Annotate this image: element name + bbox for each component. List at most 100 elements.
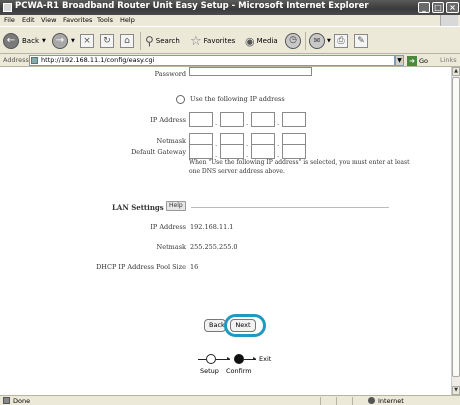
address-label: Address — [3, 56, 29, 64]
refresh-button[interactable]: ↻ — [100, 32, 114, 50]
refresh-icon: ↻ — [100, 34, 114, 48]
step-setup-label: Setup — [200, 367, 219, 375]
scroll-thumb[interactable] — [452, 77, 460, 377]
step-arrow-icon: ▸ — [253, 355, 257, 362]
favorites-label: Favorites — [203, 37, 236, 45]
go-button[interactable]: ➜ Go — [407, 55, 428, 66]
maximize-button[interactable]: □ — [432, 2, 444, 13]
back-nav-button[interactable]: Back — [204, 319, 226, 332]
step-exit-label: Exit — [259, 355, 272, 363]
edit-button[interactable]: ✎ — [354, 32, 368, 50]
ie-icon — [3, 3, 12, 12]
ip-address-label: IP Address — [150, 116, 186, 124]
step-confirm-label: Confirm — [226, 367, 252, 375]
status-divider — [320, 397, 321, 405]
ip-dot: . — [277, 119, 280, 127]
media-button[interactable]: ◉ Media — [245, 32, 278, 50]
mail-icon: ✉ — [309, 33, 325, 49]
star-icon: ☆ — [190, 33, 202, 49]
print-icon: ⎙ — [334, 34, 348, 48]
lan-settings-title: LAN Settings — [112, 203, 164, 212]
status-bar: Done Internet — [0, 395, 460, 405]
menu-view[interactable]: View — [41, 16, 56, 24]
gateway-octet-1[interactable] — [189, 144, 213, 159]
default-gateway-label: Default Gateway — [131, 148, 186, 156]
password-input[interactable] — [189, 67, 312, 76]
ip-dot: . — [246, 140, 249, 148]
page-content: Password Use the following IP address IP… — [0, 67, 451, 395]
favorites-button[interactable]: ☆ Favorites — [190, 32, 235, 50]
step-line — [198, 359, 206, 360]
dhcp-pool-size-value: 16 — [190, 263, 199, 271]
menu-edit[interactable]: Edit — [22, 16, 35, 24]
lan-ip-label: IP Address — [150, 223, 186, 231]
status-divider — [336, 397, 337, 405]
media-label: Media — [256, 37, 278, 45]
lan-ip-value: 192.168.11.1 — [190, 223, 234, 231]
gateway-octet-2[interactable] — [220, 144, 244, 159]
gateway-octet-4[interactable] — [282, 144, 306, 159]
mail-dropdown-icon: ▼ — [327, 38, 331, 44]
links-button[interactable]: Links — [440, 56, 457, 64]
ip-dot: . — [277, 140, 280, 148]
globe-icon — [368, 397, 375, 404]
back-button[interactable]: ← Back ▼ — [3, 32, 46, 50]
page-done-icon — [3, 397, 10, 404]
title-bar: PCWA-R1 Broadband Router Unit Easy Setup… — [0, 0, 460, 15]
ip-dot: . — [215, 140, 218, 148]
ip-address-octet-3[interactable] — [251, 112, 275, 127]
lan-netmask-value: 255.255.255.0 — [190, 243, 238, 251]
home-button[interactable]: ⌂ — [120, 32, 134, 50]
address-input[interactable]: http://192.168.11.1/config/easy.cgi — [29, 55, 395, 66]
address-url: http://192.168.11.1/config/easy.cgi — [41, 56, 155, 64]
media-icon: ◉ — [245, 34, 255, 48]
dhcp-pool-size-label: DHCP IP Address Pool Size — [96, 263, 186, 271]
ip-dot: . — [246, 119, 249, 127]
ip-address-octet-4[interactable] — [282, 112, 306, 127]
address-dropdown-icon[interactable]: ▼ — [395, 55, 404, 66]
menu-help[interactable]: Help — [120, 16, 135, 24]
password-label: Password — [154, 70, 186, 78]
minimize-button[interactable]: _ — [418, 2, 430, 13]
mail-button[interactable]: ✉ ▼ — [309, 32, 331, 50]
scroll-down-icon[interactable]: ▼ — [452, 386, 460, 395]
menu-bar: File Edit View Favorites Tools Help — [0, 15, 460, 26]
search-button[interactable]: ⚲ Search — [145, 32, 180, 50]
history-button[interactable]: ◷ — [285, 32, 301, 50]
window-title: PCWA-R1 Broadband Router Unit Easy Setup… — [15, 1, 369, 11]
ip-dot: . — [215, 119, 218, 127]
history-icon: ◷ — [285, 33, 301, 49]
go-arrow-icon: ➜ — [407, 55, 417, 66]
print-button[interactable]: ⎙ — [334, 32, 348, 50]
back-dropdown-icon: ▼ — [42, 38, 46, 44]
browser-window: PCWA-R1 Broadband Router Unit Easy Setup… — [0, 0, 460, 405]
go-label: Go — [419, 56, 429, 65]
close-button[interactable]: × — [446, 2, 459, 13]
use-following-ip-radio[interactable] — [176, 95, 185, 104]
back-label: Back — [22, 37, 39, 45]
search-icon: ⚲ — [145, 34, 154, 48]
gateway-octet-3[interactable] — [251, 144, 275, 159]
next-nav-button[interactable]: Next — [230, 319, 256, 332]
stop-button[interactable]: × — [80, 32, 94, 50]
menu-favorites[interactable]: Favorites — [63, 16, 92, 24]
dns-note: When "Use the following IP address" is s… — [189, 159, 410, 175]
toolbar-separator — [305, 32, 306, 50]
edit-icon: ✎ — [354, 34, 368, 48]
netmask-label: Netmask — [156, 137, 186, 145]
stop-icon: × — [80, 34, 94, 48]
ip-address-octet-1[interactable] — [189, 112, 213, 127]
ip-address-octet-2[interactable] — [220, 112, 244, 127]
vertical-scrollbar[interactable]: ▲ ▼ — [451, 67, 460, 395]
scroll-up-icon[interactable]: ▲ — [452, 67, 460, 76]
menu-tools[interactable]: Tools — [97, 16, 113, 24]
security-zone-label: Internet — [378, 397, 404, 405]
menu-file[interactable]: File — [4, 16, 15, 24]
status-text: Done — [13, 397, 31, 405]
toolbar-separator — [140, 32, 141, 50]
forward-button[interactable]: → ▼ — [52, 32, 75, 50]
lan-help-button[interactable]: Help — [166, 201, 186, 211]
address-bar: Address http://192.168.11.1/config/easy.… — [0, 54, 460, 67]
use-following-ip-label: Use the following IP address — [190, 95, 285, 103]
status-divider — [352, 397, 353, 405]
